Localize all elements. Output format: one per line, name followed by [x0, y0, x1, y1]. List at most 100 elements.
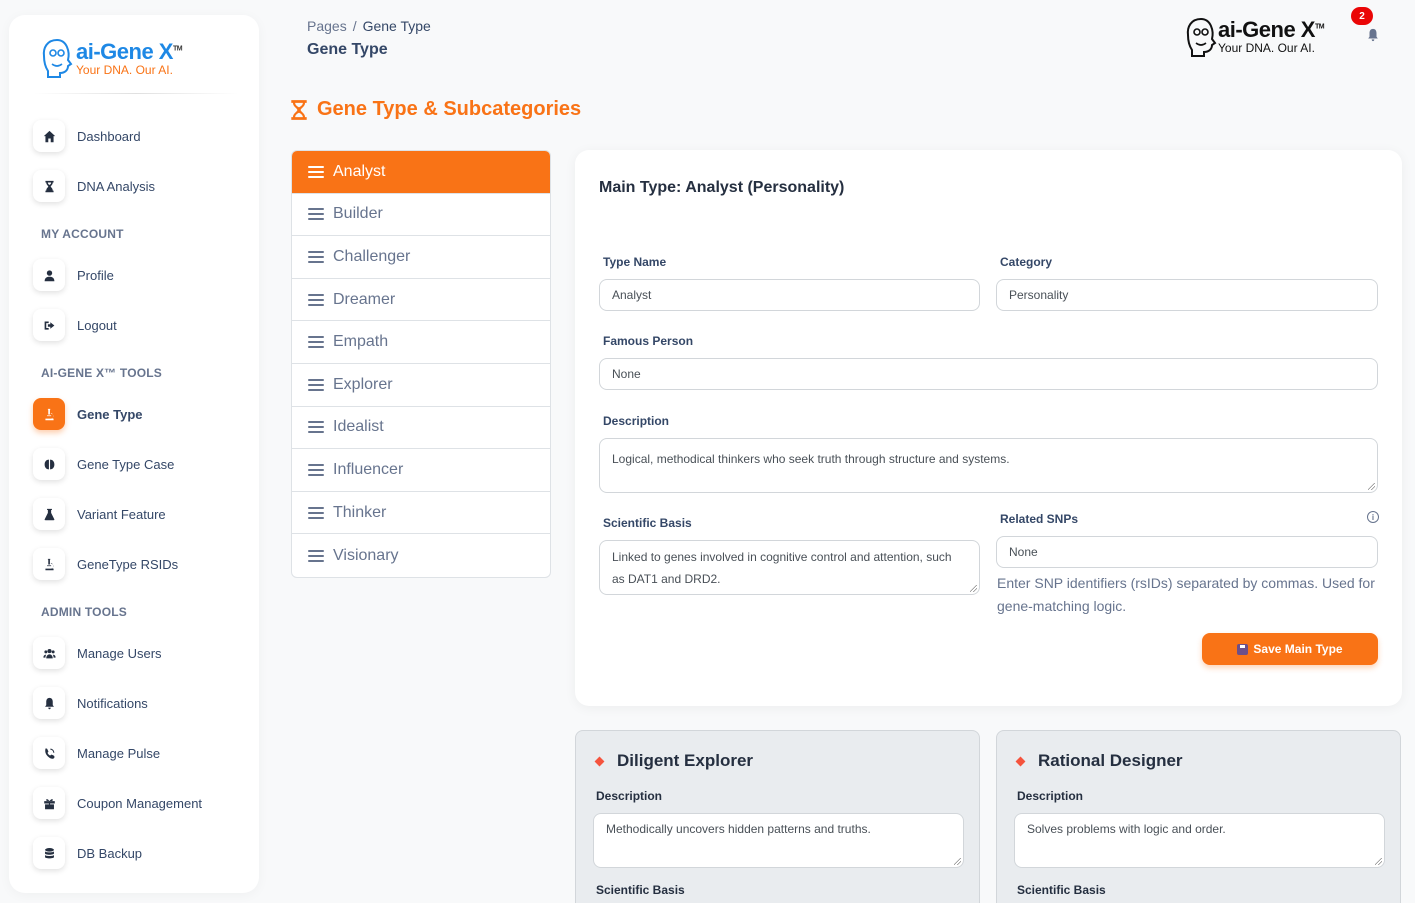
diamond-icon	[1015, 756, 1026, 766]
info-icon[interactable]: i	[1367, 511, 1379, 523]
sidebar: ai-Gene XTM Your DNA. Our AI. Dashboard …	[9, 15, 259, 893]
sidebar-item-logout[interactable]: Logout	[33, 309, 117, 341]
category-input[interactable]: Personality	[996, 279, 1378, 311]
type-item-challenger[interactable]: Challenger	[292, 236, 550, 279]
list-icon	[308, 463, 324, 476]
type-item-thinker[interactable]: Thinker	[292, 492, 550, 535]
subtype-scientific-label: Scientific Basis	[1017, 883, 1106, 897]
scientific-basis-textarea[interactable]: Linked to genes involved in cognitive co…	[599, 540, 980, 595]
sidebar-item-db-backup[interactable]: DB Backup	[33, 837, 142, 869]
database-icon	[33, 837, 65, 869]
brand-tm: TM	[1314, 23, 1325, 31]
sidebar-item-label: GeneType RSIDs	[77, 556, 179, 572]
sidebar-item-genetype-rsids[interactable]: GeneType RSIDs	[33, 548, 178, 580]
type-item-label: Empath	[333, 333, 389, 351]
type-item-label: Challenger	[333, 247, 411, 265]
notification-bell-button[interactable]	[1366, 28, 1380, 42]
sidebar-item-variant-feature[interactable]: Variant Feature	[33, 498, 166, 530]
hourglass-icon	[33, 170, 65, 202]
main-type-card: Main Type: Analyst (Personality) Type Na…	[575, 150, 1402, 706]
floppy-disk-icon	[1237, 643, 1249, 655]
bell-icon	[1368, 28, 1378, 42]
section-tools: AI-GENE X™ TOOLS	[41, 366, 162, 380]
type-item-explorer[interactable]: Explorer	[292, 364, 550, 407]
microscope-icon	[33, 398, 65, 430]
flask-icon	[33, 498, 65, 530]
type-name-input[interactable]: Analyst	[599, 279, 980, 311]
sidebar-item-label: Manage Users	[77, 645, 162, 661]
hourglass-icon	[291, 99, 307, 120]
microscope-icon	[33, 548, 65, 580]
scientific-basis-label: Scientific Basis	[603, 516, 692, 530]
save-main-type-button[interactable]: Save Main Type	[1202, 633, 1378, 665]
sidebar-item-label: Profile	[77, 267, 114, 283]
type-item-label: Influencer	[333, 460, 404, 478]
type-item-influencer[interactable]: Influencer	[292, 449, 550, 492]
sidebar-item-notifications[interactable]: Notifications	[33, 687, 148, 719]
type-item-visionary[interactable]: Visionary	[292, 534, 550, 577]
list-icon	[308, 549, 324, 562]
sidebar-item-manage-pulse[interactable]: Manage Pulse	[33, 737, 160, 769]
sidebar-item-coupon-management[interactable]: Coupon Management	[33, 787, 202, 819]
famous-person-input[interactable]: None	[599, 358, 1378, 390]
list-icon	[308, 250, 324, 263]
subtype-title: Diligent Explorer	[617, 751, 754, 770]
section-heading-text: Gene Type & Subcategories	[317, 98, 582, 120]
logo-head-icon	[42, 38, 73, 78]
type-item-analyst[interactable]: Analyst	[292, 151, 550, 194]
user-icon	[33, 259, 65, 291]
sidebar-item-dashboard[interactable]: Dashboard	[33, 120, 141, 152]
section-admin-tools: ADMIN TOOLS	[41, 605, 127, 619]
list-icon	[308, 293, 324, 306]
list-icon	[308, 208, 324, 221]
sidebar-item-label: Dashboard	[77, 128, 141, 144]
subtype-card: Rational Designer Description Solves pro…	[996, 730, 1401, 903]
sidebar-item-profile[interactable]: Profile	[33, 259, 114, 291]
diamond-icon	[594, 756, 605, 766]
sidebar-item-dna-analysis[interactable]: DNA Analysis	[33, 170, 155, 202]
type-item-builder[interactable]: Builder	[292, 194, 550, 237]
list-icon	[308, 421, 324, 434]
save-button-label: Save Main Type	[1253, 642, 1343, 656]
breadcrumb-root[interactable]: Pages	[307, 18, 347, 34]
header-logo: ai-Gene XTM Your DNA. Our AI.	[1184, 16, 1325, 58]
type-item-empath[interactable]: Empath	[292, 321, 550, 364]
sidebar-item-label: Notifications	[77, 695, 148, 711]
famous-person-label: Famous Person	[603, 334, 694, 348]
type-item-idealist[interactable]: Idealist	[292, 407, 550, 450]
related-snps-input[interactable]: None	[996, 536, 1378, 568]
section-my-account: MY ACCOUNT	[41, 227, 124, 241]
sidebar-item-label: Manage Pulse	[77, 745, 161, 761]
breadcrumb: Pages / Gene Type	[307, 18, 431, 34]
type-item-label: Visionary	[333, 546, 399, 564]
description-textarea[interactable]: Logical, methodical thinkers who seek tr…	[599, 438, 1378, 493]
type-name-label: Type Name	[603, 255, 667, 269]
list-icon	[308, 336, 324, 349]
subtype-card: Diligent Explorer Description Methodical…	[575, 730, 980, 903]
subtype-description-textarea[interactable]: Solves problems with logic and order.	[1014, 813, 1385, 868]
bell-icon	[33, 687, 65, 719]
related-snps-help: Enter SNP identifiers (rsIDs) separated …	[997, 575, 1375, 614]
sidebar-item-label: Coupon Management	[77, 795, 203, 811]
sidebar-item-manage-users[interactable]: Manage Users	[33, 637, 162, 669]
sidebar-item-label: Logout	[77, 317, 117, 333]
brand-tagline: Your DNA. Our AI.	[1218, 41, 1315, 55]
sidebar-item-label: Variant Feature	[77, 506, 166, 522]
subtype-description-label: Description	[596, 789, 663, 803]
sidebar-item-gene-type-case[interactable]: Gene Type Case	[33, 448, 174, 480]
sidebar-logo[interactable]: ai-Gene XTM Your DNA. Our AI.	[40, 37, 183, 79]
type-item-label: Analyst	[333, 162, 386, 180]
category-label: Category	[1000, 255, 1053, 269]
type-item-dreamer[interactable]: Dreamer	[292, 279, 550, 322]
gift-icon	[33, 787, 65, 819]
type-list: Analyst Builder Challenger Dreamer Empat…	[291, 150, 551, 578]
pulse-icon	[33, 737, 65, 769]
home-icon	[33, 120, 65, 152]
description-label: Description	[603, 414, 670, 428]
sidebar-item-gene-type[interactable]: Gene Type	[33, 398, 143, 430]
brand-tagline: Your DNA. Our AI.	[76, 62, 173, 77]
subtype-description-textarea[interactable]: Methodically uncovers hidden patterns an…	[593, 813, 964, 868]
list-icon	[308, 165, 324, 178]
brain-icon	[33, 448, 65, 480]
type-item-label: Thinker	[333, 503, 387, 521]
